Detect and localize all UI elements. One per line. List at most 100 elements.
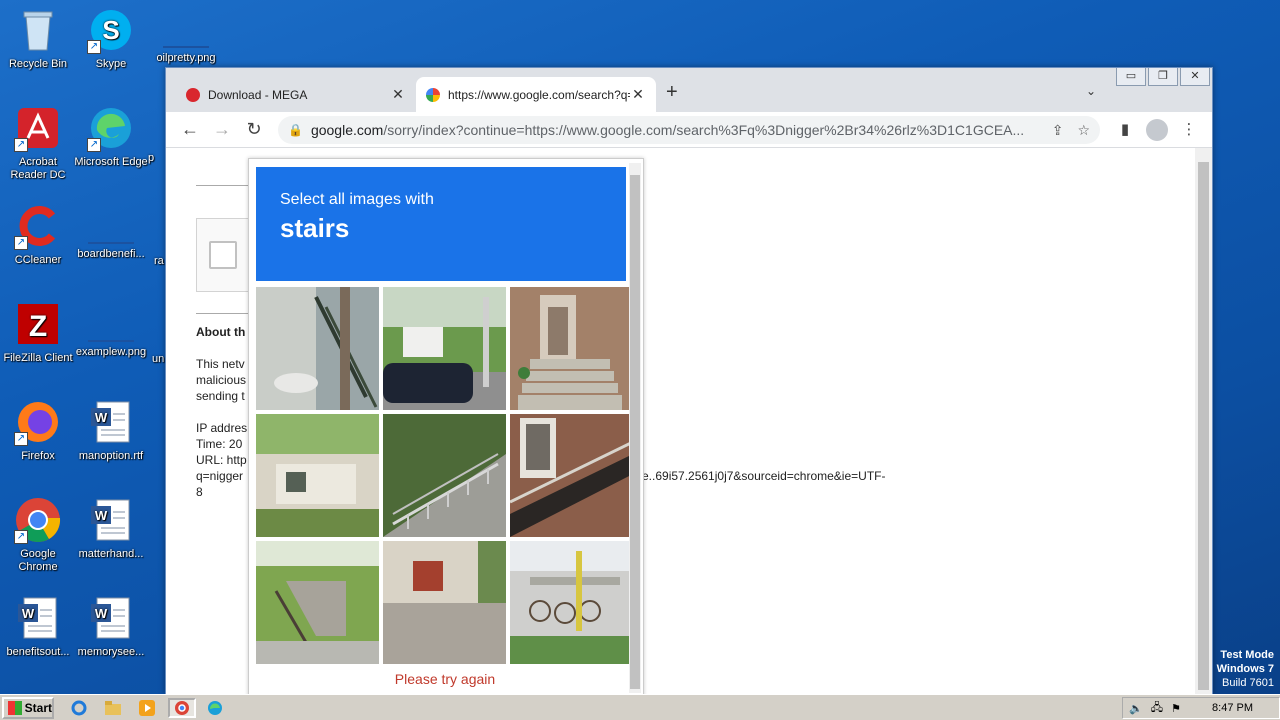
desktop-icon-acrobat[interactable]: ↗ Acrobat Reader DC [0,104,76,182]
menu-dots-icon[interactable]: ⋮ [1178,120,1200,138]
acrobat-icon: ↗ [14,104,62,152]
desktop-icon-oilpretty[interactable]: oilpretty.png [148,6,224,65]
explorer-folder-icon[interactable] [102,698,124,718]
start-label: Start [24,701,52,715]
desktop-icon-examplew[interactable]: examplew.png [73,300,149,359]
address-bar[interactable]: 🔒 google.com/sorry/index?continue=https:… [278,116,1100,144]
clock[interactable]: 8:47 PM [1212,702,1253,714]
page-content: About th This netv malicious sending t I… [166,148,1196,694]
file-icon [88,222,134,244]
icon-label: Firefox [21,450,55,462]
captcha-scrollbar[interactable] [629,163,641,693]
svg-text:S: S [102,15,119,45]
icon-label: examplew.png [75,346,147,358]
captcha-header: Select all images with stairs [256,167,626,281]
close-button[interactable]: ✕ [1180,68,1210,86]
desktop-icon-firefox[interactable]: ↗ Firefox [0,398,76,463]
divider [196,313,256,314]
restore-button[interactable]: ❐ [1148,68,1178,86]
desktop-icon-edge[interactable]: ↗ Microsoft Edge [73,104,149,169]
captcha-target: stairs [280,213,350,243]
forward-icon[interactable]: → [210,119,234,140]
svg-text:W: W [95,410,108,425]
url-text: google.com/sorry/index?continue=https://… [311,122,1038,138]
action-center-flag-icon[interactable]: ⚑ [1171,702,1181,715]
browser-toolbar: ← → ↻ 🔒 google.com/sorry/index?continue=… [166,112,1212,148]
media-player-icon[interactable] [136,698,158,718]
network-icon[interactable]: 🖧 [1151,699,1163,718]
word-document-icon: W [14,594,62,642]
firefox-icon: ↗ [14,398,62,446]
image-file-icon [163,26,209,48]
side-panel-icon[interactable]: ▮ [1114,120,1136,138]
paragraph-line: malicious [196,373,247,387]
captcha-tile-9[interactable] [510,541,633,664]
tab-google-search[interactable]: https://www.google.com/search?q= ✕ [416,77,656,112]
recycle-bin-icon [14,6,62,54]
page-scrollbar[interactable] [1195,148,1212,694]
icon-label: matterhand... [78,548,144,560]
scrollbar-thumb[interactable] [630,175,640,689]
captcha-tile-5[interactable] [383,414,506,537]
captcha-instruction: Select all images with [280,191,434,208]
star-icon[interactable]: ☆ [1077,122,1090,139]
chrome-icon: ↗ [14,496,62,544]
desktop-icon-skype[interactable]: S ↗ Skype [73,6,149,71]
share-icon[interactable]: ⇪ [1052,122,1064,139]
desktop-icon-manoption[interactable]: W manoption.rtf [73,398,149,463]
test-mode-line: Test Mode [1220,649,1274,661]
profile-avatar[interactable] [1146,119,1168,141]
reload-icon[interactable]: ↻ [242,119,266,140]
skype-icon: S ↗ [87,6,135,54]
icon-label: Acrobat Reader DC [10,156,66,181]
time-line: Time: 20 [196,437,243,451]
tab-strip: Download - MEGA ✕ https://www.google.com… [166,68,1212,112]
svg-text:W: W [95,606,108,621]
svg-text:W: W [22,606,35,621]
captcha-tile-6[interactable] [510,414,633,537]
close-tab-icon[interactable]: ✕ [630,86,646,103]
desktop-icon-matterhand[interactable]: W matterhand... [73,496,149,561]
chrome-window: Download - MEGA ✕ https://www.google.com… [165,67,1213,694]
icon-label: memorysee... [77,646,145,658]
shortcut-arrow-icon: ↗ [14,530,28,544]
captcha-tile-4[interactable] [256,414,379,537]
url-path: /sorry/index?continue=https://www.google… [383,122,1025,138]
windows-version-line: Windows 7 [1216,663,1274,675]
minimize-button[interactable]: ▭ [1116,68,1146,86]
desktop-icon-chrome[interactable]: ↗ Google Chrome [0,496,76,574]
back-icon[interactable]: ← [178,119,202,140]
captcha-tile-3[interactable] [510,287,633,410]
query-line: q=nigger [196,469,244,483]
volume-icon[interactable]: 🔈 [1129,702,1143,715]
taskbar: Start 🔈 🖧 ⚑ 8:47 PM [0,694,1280,720]
start-button[interactable]: Start [2,697,54,719]
word-document-icon: W [87,594,135,642]
shortcut-arrow-icon: ↗ [87,40,101,54]
recaptcha-checkbox[interactable] [209,241,237,269]
google-favicon-icon [426,87,440,102]
close-tab-icon[interactable]: ✕ [390,86,406,103]
scrollbar-thumb[interactable] [1198,162,1209,690]
captcha-error-message: Please try again [394,671,496,687]
chrome-taskbar-icon[interactable] [168,698,196,718]
ie-icon[interactable] [68,698,90,718]
lock-icon: 🔒 [288,123,303,137]
new-tab-icon[interactable]: + [666,81,678,104]
desktop-icon-benefitsout[interactable]: W benefitsout... [0,594,76,659]
captcha-tile-1[interactable] [256,287,379,410]
edge-taskbar-icon[interactable] [204,698,226,718]
captcha-tile-8[interactable] [383,541,506,664]
chevron-down-icon[interactable]: ⌄ [1086,84,1096,98]
desktop-icon-memorysee[interactable]: W memorysee... [73,594,149,659]
desktop-icon-recycle-bin[interactable]: Recycle Bin [0,6,76,71]
tab-mega[interactable]: Download - MEGA ✕ [176,77,416,112]
captcha-tile-2[interactable] [383,287,506,410]
url-line: URL: http [196,453,247,467]
desktop-icon-filezilla[interactable]: Z FileZilla Client [0,300,76,365]
desktop-icon-ccleaner[interactable]: ↗ CCleaner [0,202,76,267]
captcha-image-grid [256,287,633,664]
captcha-tile-7[interactable] [256,541,379,664]
desktop-icon-boardbenefi[interactable]: boardbenefi... [73,202,149,261]
ip-address-line: IP addres [196,421,248,435]
